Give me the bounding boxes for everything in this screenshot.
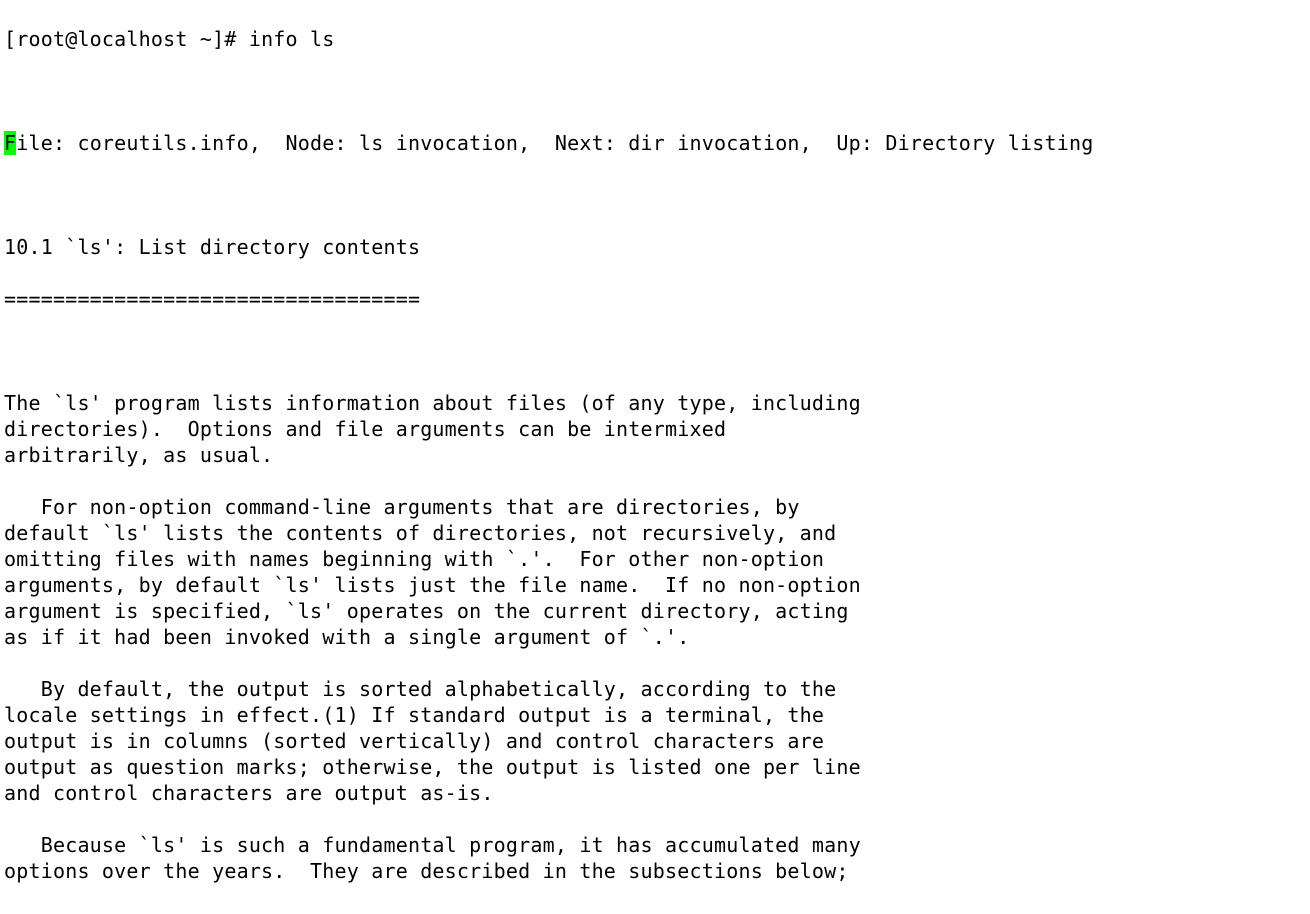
info-body-line: Because `ls' is such a fundamental progr… xyxy=(4,832,1306,858)
info-body-line: directories). Options and file arguments… xyxy=(4,416,1306,442)
info-body-line: arbitrarily, as usual. xyxy=(4,442,1306,468)
info-body-line: default `ls' lists the contents of direc… xyxy=(4,520,1306,546)
shell-prompt: [root@localhost ~]# xyxy=(4,27,249,51)
info-nav-text: ile: coreutils.info, Node: ls invocation… xyxy=(16,131,1093,155)
info-body-line xyxy=(4,650,1306,676)
heading-rule: ================================== xyxy=(4,286,1306,312)
info-body-line: locale settings in effect.(1) If standar… xyxy=(4,702,1306,728)
info-body-line: output is in columns (sorted vertically)… xyxy=(4,728,1306,754)
info-body-line: By default, the output is sorted alphabe… xyxy=(4,676,1306,702)
terminal-viewport[interactable]: [root@localhost ~]# info ls File: coreut… xyxy=(0,0,1310,914)
prompt-line: [root@localhost ~]# info ls xyxy=(4,26,1306,52)
info-body-line: The `ls' program lists information about… xyxy=(4,390,1306,416)
blank-line xyxy=(4,78,1306,104)
info-body-line: argument is specified, `ls' operates on … xyxy=(4,598,1306,624)
info-body-line: as if it had been invoked with a single … xyxy=(4,624,1306,650)
info-body-line: output as question marks; otherwise, the… xyxy=(4,754,1306,780)
info-body-line: arguments, by default `ls' lists just th… xyxy=(4,572,1306,598)
terminal-cursor: F xyxy=(4,131,16,155)
info-body-line: and control characters are output as-is. xyxy=(4,780,1306,806)
info-body: The `ls' program lists information about… xyxy=(4,390,1306,884)
blank-line xyxy=(4,338,1306,364)
section-heading: 10.1 `ls': List directory contents xyxy=(4,234,1306,260)
info-body-line: options over the years. They are describ… xyxy=(4,858,1306,884)
typed-command: info ls xyxy=(249,27,335,51)
info-body-line: For non-option command-line arguments th… xyxy=(4,494,1306,520)
info-body-line xyxy=(4,468,1306,494)
info-nav-line: File: coreutils.info, Node: ls invocatio… xyxy=(4,130,1306,156)
info-body-line: omitting files with names beginning with… xyxy=(4,546,1306,572)
blank-line xyxy=(4,182,1306,208)
info-body-line xyxy=(4,806,1306,832)
